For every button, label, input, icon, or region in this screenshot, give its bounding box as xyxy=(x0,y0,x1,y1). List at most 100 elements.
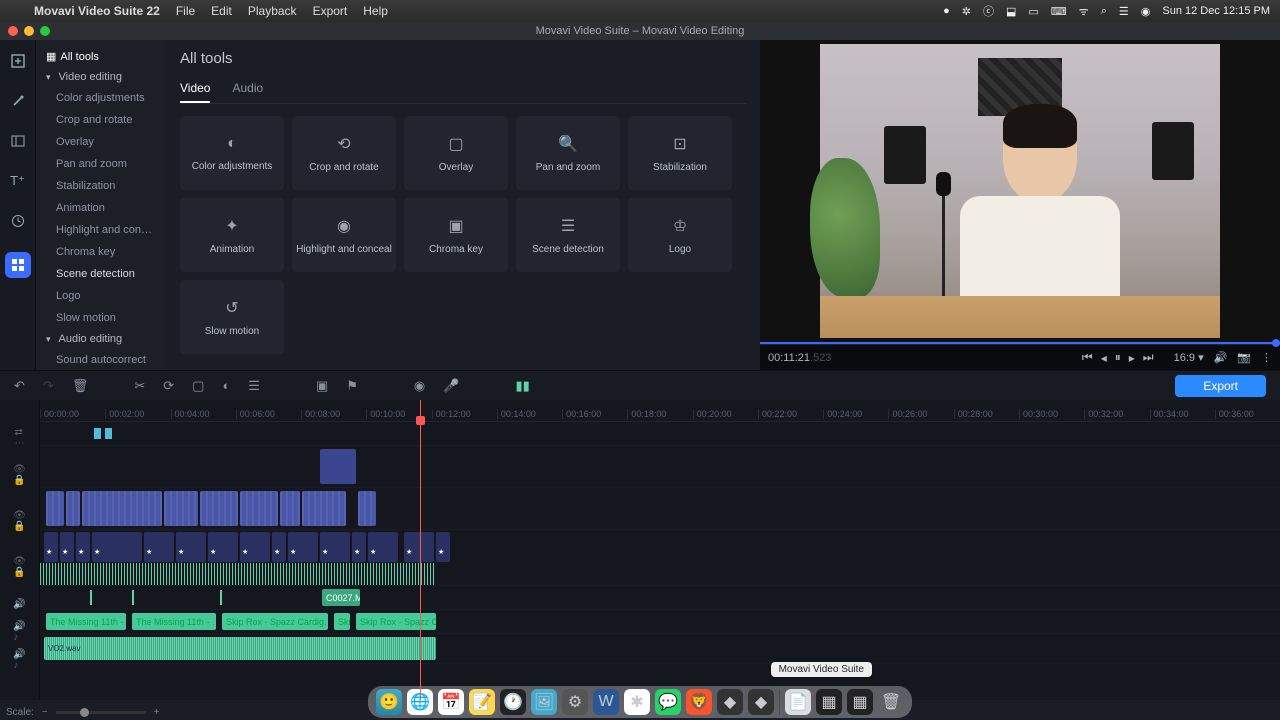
clip-music[interactable]: Skip Rox - Spazz Cardig… xyxy=(222,613,328,630)
minimize-icon[interactable] xyxy=(24,26,34,36)
track-audio2-label[interactable]: 🔊 xyxy=(0,592,39,616)
volume-icon[interactable]: 🔊 xyxy=(1214,351,1228,364)
maximize-icon[interactable] xyxy=(40,26,50,36)
dock-whatsapp[interactable]: 💬 xyxy=(655,689,681,715)
dock-trash[interactable]: 🗑 xyxy=(878,689,904,715)
dock-notes[interactable]: 📝 xyxy=(469,689,495,715)
tab-audio[interactable]: Audio xyxy=(232,75,263,103)
clip-main[interactable] xyxy=(320,532,350,562)
clip-main[interactable] xyxy=(60,532,74,562)
prev-button[interactable]: ⏮ xyxy=(1082,350,1093,365)
dock-calendar[interactable]: 📅 xyxy=(438,689,464,715)
clip-main[interactable] xyxy=(144,532,174,562)
dock-app[interactable]: ◆ xyxy=(748,689,774,715)
sidebar-item[interactable]: Animation xyxy=(36,197,166,219)
clip-main[interactable] xyxy=(272,532,286,562)
track-video2-label[interactable]: 👁🔒 xyxy=(0,454,39,496)
marker-button[interactable]: ▣ xyxy=(316,378,328,394)
clip-music[interactable]: The Missing 11th - … xyxy=(46,613,126,630)
menu-export[interactable]: Export xyxy=(313,4,348,18)
close-icon[interactable] xyxy=(8,26,18,36)
track-video1-label[interactable]: 👁🔒 xyxy=(0,500,39,542)
status-wifi-icon[interactable]: ᯤ xyxy=(1079,4,1089,19)
menu-file[interactable]: File xyxy=(176,4,195,18)
mic-button[interactable]: 🎤 xyxy=(443,378,459,394)
clip-main[interactable] xyxy=(352,532,366,562)
clip-broll[interactable] xyxy=(280,491,300,526)
tool-tile[interactable]: ▢Overlay xyxy=(404,116,508,190)
clip-main[interactable] xyxy=(240,532,270,562)
preview-video[interactable] xyxy=(760,40,1280,342)
clip-main[interactable] xyxy=(368,532,398,562)
sidebar-item[interactable]: Sound autocorrect xyxy=(36,349,166,370)
clip-main[interactable] xyxy=(208,532,238,562)
text-icon[interactable]: T⁺ xyxy=(9,172,27,190)
color-button[interactable]: ◐ xyxy=(222,378,230,393)
eq-button[interactable]: ▮▮ xyxy=(515,378,529,394)
clip-broll[interactable] xyxy=(200,491,238,526)
scale-plus-icon[interactable]: + xyxy=(154,707,160,718)
clip-main[interactable] xyxy=(92,532,142,562)
menu-app[interactable]: Movavi Video Suite 22 xyxy=(34,4,160,18)
dock-app[interactable]: ▦ xyxy=(847,689,873,715)
status-record-icon[interactable]: ● xyxy=(943,5,950,17)
menu-playback[interactable]: Playback xyxy=(248,4,297,18)
sidebar-item[interactable]: Pan and zoom xyxy=(36,153,166,175)
dock-preview[interactable]: 🖼 xyxy=(531,689,557,715)
clip-broll[interactable] xyxy=(240,491,278,526)
status-search-icon[interactable]: ⌕ xyxy=(1101,5,1107,18)
redo-button[interactable]: ↷ xyxy=(43,378,54,394)
export-button[interactable]: Export xyxy=(1175,375,1266,397)
sidebar-item[interactable]: Color adjustments xyxy=(36,87,166,109)
wand-icon[interactable] xyxy=(9,92,27,110)
scale-minus-icon[interactable]: − xyxy=(42,707,48,718)
next-button[interactable]: ⏭ xyxy=(1143,350,1154,365)
track-options[interactable]: ⇄⋯ xyxy=(0,426,39,450)
sidebar-item[interactable]: Slow motion xyxy=(36,307,166,329)
more-icon[interactable]: ⋮ xyxy=(1261,351,1272,364)
sidebar-video-section[interactable]: Video editing xyxy=(36,67,166,87)
clip-main[interactable] xyxy=(176,532,206,562)
clip-broll[interactable] xyxy=(66,491,80,526)
stepback-button[interactable]: ◂ xyxy=(1101,351,1107,365)
track-vo[interactable]: VO2.wav xyxy=(40,634,1280,664)
stepfwd-button[interactable]: ▸ xyxy=(1129,351,1135,365)
sidebar-item[interactable]: Scene detection xyxy=(36,263,166,285)
menu-help[interactable]: Help xyxy=(363,4,388,18)
rotate-button[interactable]: ⟳ xyxy=(163,378,174,394)
clip-main[interactable] xyxy=(288,532,318,562)
sidebar-all-tools[interactable]: ▦ All tools xyxy=(36,46,166,67)
all-tools-icon[interactable] xyxy=(5,252,31,278)
tool-tile[interactable]: ↺Slow motion xyxy=(180,280,284,354)
dock-movavi[interactable]: ▦ xyxy=(816,689,842,715)
clip-music[interactable]: Skip Rox - Spazz C xyxy=(356,613,436,630)
status-icon[interactable]: ✲ xyxy=(962,5,971,18)
sidebar-audio-section[interactable]: Audio editing xyxy=(36,329,166,349)
tool-tile[interactable]: 🔍Pan and zoom xyxy=(516,116,620,190)
clip-broll[interactable] xyxy=(164,491,198,526)
dock-clock[interactable]: 🕐 xyxy=(500,689,526,715)
more-button[interactable]: ☰ xyxy=(248,378,260,394)
clock-icon[interactable] xyxy=(9,212,27,230)
track-audio1-label[interactable]: 🔊♪ xyxy=(0,620,39,644)
clip-main[interactable] xyxy=(404,532,434,562)
crop-button[interactable]: ▢ xyxy=(192,378,204,394)
track-main-video[interactable] xyxy=(40,530,1280,586)
status-battery-icon[interactable]: ⌨ xyxy=(1051,5,1067,18)
scale-slider[interactable] xyxy=(56,711,146,714)
clip-broll[interactable] xyxy=(46,491,64,526)
status-dropbox-icon[interactable]: ⬓ xyxy=(1006,5,1016,18)
tab-video[interactable]: Video xyxy=(180,75,210,103)
clip-broll[interactable] xyxy=(302,491,346,526)
sidebar-item[interactable]: Crop and rotate xyxy=(36,109,166,131)
pause-button[interactable]: ⏸ xyxy=(1115,350,1121,365)
track-sfx[interactable]: C0027.M xyxy=(40,586,1280,610)
dock-app[interactable]: ◆ xyxy=(717,689,743,715)
track-main-label[interactable]: 👁🔒 xyxy=(0,546,39,588)
tool-tile[interactable]: ◉Highlight and conceal xyxy=(292,198,396,272)
aspect-ratio[interactable]: 16:9 ▾ xyxy=(1174,351,1204,364)
preview-scrubber[interactable] xyxy=(760,342,1280,344)
dock-slack[interactable]: ✱ xyxy=(624,689,650,715)
clip-overlay[interactable] xyxy=(320,449,356,484)
tool-tile[interactable]: ⊡Stabilization xyxy=(628,116,732,190)
